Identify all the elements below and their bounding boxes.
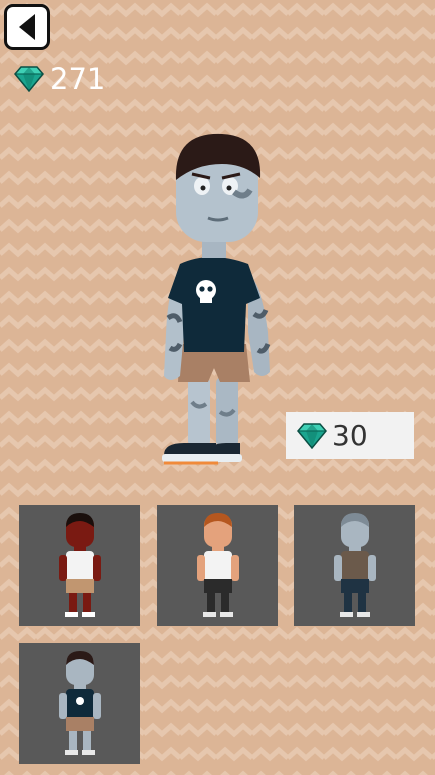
price-value: 30 bbox=[332, 419, 368, 452]
skull-shirt-zombie-character bbox=[58, 650, 101, 755]
back-arrow-icon bbox=[19, 14, 35, 40]
red-skin-character bbox=[58, 512, 101, 617]
gem-icon bbox=[14, 66, 44, 92]
skin-tile-skull-shirt-zombie[interactable] bbox=[19, 643, 140, 764]
skin-tile-orange-hair[interactable] bbox=[157, 505, 278, 626]
back-button[interactable] bbox=[4, 4, 50, 50]
price-button[interactable]: 30 bbox=[286, 412, 414, 459]
skin-tile-gray-zombie[interactable] bbox=[294, 505, 415, 626]
gem-counter: 271 bbox=[13, 62, 105, 96]
zombie-character-preview bbox=[162, 133, 271, 465]
gem-icon bbox=[297, 422, 327, 449]
orange-hair-character bbox=[196, 512, 239, 617]
skin-tile-red-skin[interactable] bbox=[19, 505, 140, 626]
gray-zombie-character bbox=[333, 512, 376, 617]
gem-count: 271 bbox=[50, 62, 106, 96]
